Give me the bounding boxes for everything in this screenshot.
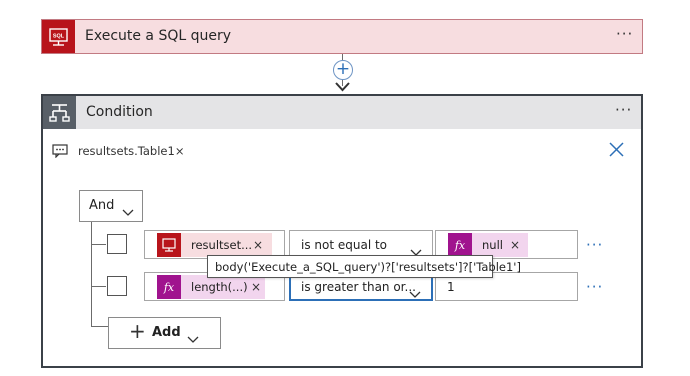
fx-icon: fx <box>157 275 181 299</box>
chevron-down-icon <box>122 202 134 221</box>
sql-server-icon: SQL <box>42 20 75 53</box>
chevron-down-icon <box>409 284 421 303</box>
condition-title: Condition <box>86 104 153 120</box>
plus-icon: + <box>129 319 146 343</box>
insert-step-button[interactable]: + <box>333 60 353 80</box>
expression-token: fx null × <box>448 233 528 257</box>
condition-icon <box>43 96 76 129</box>
condition-token: resultsets.Table1× <box>78 144 184 158</box>
condition-token-remove[interactable]: × <box>175 144 185 158</box>
right-value-text: 1 <box>447 280 455 294</box>
logic-operator-label: And <box>89 198 115 213</box>
expression-token: resultset... × <box>157 233 272 257</box>
fx-icon: fx <box>448 233 472 257</box>
condition-token-label: resultsets.Table1 <box>78 144 175 158</box>
token-remove-button[interactable]: × <box>510 238 520 252</box>
tree-line <box>91 244 106 245</box>
tree-line <box>91 326 109 327</box>
sql-server-icon <box>157 233 181 257</box>
add-button-label: Add <box>152 325 181 340</box>
operator-label: is greater than or... <box>301 280 416 294</box>
row-more-button[interactable]: ··· <box>586 236 603 254</box>
row-more-button[interactable]: ··· <box>586 278 603 296</box>
token-label: length(...) <box>191 280 248 294</box>
condition-header[interactable]: Condition ··· <box>43 96 641 129</box>
tree-line <box>91 222 92 326</box>
add-condition-button[interactable]: + Add <box>108 317 221 349</box>
row-checkbox[interactable] <box>107 276 127 296</box>
row-checkbox[interactable] <box>107 234 127 254</box>
expression-token: fx length(...) × <box>157 275 265 299</box>
expression-tooltip: body('Execute_a_SQL_query')?['resultsets… <box>207 255 521 278</box>
svg-text:fx: fx <box>163 281 175 294</box>
tree-line <box>91 286 106 287</box>
svg-text:fx: fx <box>454 239 466 252</box>
chevron-down-icon <box>187 329 199 348</box>
condition-more-button[interactable]: ··· <box>615 103 632 118</box>
close-icon[interactable] <box>608 141 625 162</box>
token-remove-button[interactable]: × <box>253 238 263 252</box>
sql-action-title: Execute a SQL query <box>85 28 232 44</box>
logic-operator-dropdown[interactable]: And <box>79 190 143 222</box>
token-remove-button[interactable]: × <box>251 280 261 294</box>
sql-action-more-button[interactable]: ··· <box>616 27 633 42</box>
comment-icon <box>52 143 68 162</box>
token-label: resultset... <box>191 238 253 252</box>
operator-label: is not equal to <box>301 238 388 252</box>
svg-text:SQL: SQL <box>53 34 65 40</box>
sql-action-card[interactable]: SQL Execute a SQL query ··· <box>41 19 643 54</box>
token-label: null <box>482 238 503 252</box>
